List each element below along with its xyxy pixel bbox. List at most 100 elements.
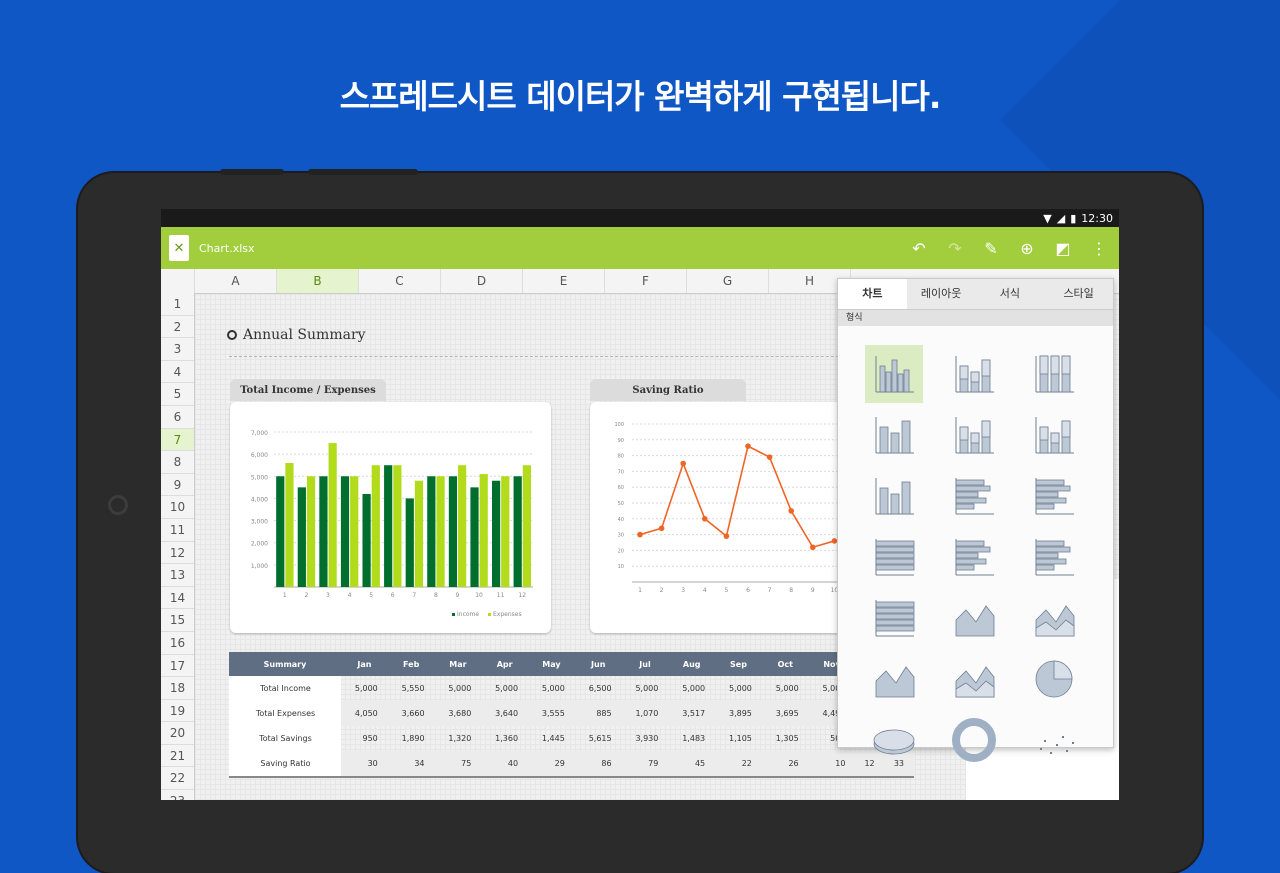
percent-column-chart-icon[interactable] [1025, 345, 1083, 403]
table-cell[interactable]: 5,000 [622, 676, 669, 701]
row-14[interactable]: 14 [161, 587, 194, 610]
table-cell[interactable]: 45 [668, 751, 716, 778]
column-f[interactable]: F [605, 269, 687, 293]
redo-icon[interactable]: ↷ [943, 236, 967, 260]
row-5[interactable]: 5 [161, 383, 194, 406]
table-cell[interactable]: 34 [387, 751, 435, 778]
table-cell[interactable]: 3,695 [761, 701, 809, 726]
table-cell[interactable]: 75 [434, 751, 482, 778]
table-cell[interactable]: 1,483 [668, 726, 715, 751]
format-icon[interactable]: ◩ [1051, 236, 1075, 260]
table-cell[interactable]: 5,000 [762, 676, 809, 701]
row-1[interactable]: 1 [161, 293, 194, 316]
table-cell[interactable]: 1,105 [715, 726, 762, 751]
row-2[interactable]: 2 [161, 316, 194, 339]
3d-stacked-area-chart-icon[interactable] [945, 650, 1003, 708]
row-6[interactable]: 6 [161, 406, 194, 429]
table-cell[interactable]: 1,320 [435, 726, 482, 751]
row-10[interactable]: 10 [161, 496, 194, 519]
row-12[interactable]: 12 [161, 542, 194, 565]
row-13[interactable]: 13 [161, 564, 194, 587]
row-8[interactable]: 8 [161, 451, 194, 474]
row-19[interactable]: 19 [161, 700, 194, 723]
3d-percent-bar-chart-icon[interactable] [865, 589, 923, 647]
row-21[interactable]: 21 [161, 745, 194, 768]
row-23[interactable]: 23 [161, 790, 194, 800]
table-cell[interactable]: 79 [621, 751, 669, 778]
undo-icon[interactable]: ↶ [907, 236, 931, 260]
row-label[interactable]: Total Savings [229, 726, 341, 751]
tab-format[interactable]: 서식 [976, 279, 1045, 309]
clustered-bar-chart-icon[interactable] [945, 467, 1003, 525]
3d-clustered-bar-chart-icon[interactable] [945, 528, 1003, 586]
row-label[interactable]: Saving Ratio [229, 751, 341, 778]
table-cell[interactable]: 40 [481, 751, 529, 778]
tab-chart[interactable]: 차트 [838, 279, 907, 309]
row-11[interactable]: 11 [161, 519, 194, 542]
table-cell[interactable]: 5,000 [668, 676, 715, 701]
3d-stacked-column-chart-icon[interactable] [945, 406, 1003, 464]
table-cell[interactable]: 1,305 [762, 726, 809, 751]
3d-pie-chart-icon[interactable] [865, 711, 923, 769]
clustered-column-chart-icon[interactable] [865, 345, 923, 403]
pen-icon[interactable]: ✎ [979, 236, 1003, 260]
3d-clustered-column-chart-icon[interactable] [865, 406, 923, 464]
row-label[interactable]: Total Income [229, 676, 341, 701]
select-all-corner[interactable] [161, 269, 195, 293]
row-label[interactable]: Total Expenses [229, 701, 341, 726]
area-chart-icon[interactable] [945, 589, 1003, 647]
scatter-chart-icon[interactable] [1025, 711, 1083, 769]
row-4[interactable]: 4 [161, 361, 194, 384]
row-9[interactable]: 9 [161, 474, 194, 497]
table-cell[interactable]: 30 [341, 751, 388, 778]
income-chart-card[interactable]: 1,000 2,000 3,000 4,000 5,000 6,000 7,000 1 2 3 4 5… [230, 402, 551, 633]
table-cell[interactable]: 4,050 [341, 701, 388, 726]
column-b[interactable]: B [277, 269, 359, 293]
table-cell[interactable]: 6,500 [575, 676, 622, 701]
column-g[interactable]: G [687, 269, 769, 293]
more-vert-icon[interactable]: ⋮ [1087, 236, 1111, 260]
row-16[interactable]: 16 [161, 632, 194, 655]
table-cell[interactable]: 5,000 [435, 676, 482, 701]
table-cell[interactable]: 3,895 [715, 701, 762, 726]
row-7[interactable]: 7 [161, 428, 194, 452]
table-cell[interactable]: 3,680 [434, 701, 482, 726]
row-20[interactable]: 20 [161, 722, 194, 745]
row-22[interactable]: 22 [161, 767, 194, 791]
column-e[interactable]: E [523, 269, 605, 293]
table-cell[interactable]: 5,000 [528, 676, 575, 701]
column-a[interactable]: A [195, 269, 277, 293]
doughnut-chart-icon[interactable] [945, 711, 1003, 769]
table-cell[interactable]: 5,550 [388, 676, 435, 701]
3d-percent-column-chart-icon[interactable] [1025, 406, 1083, 464]
table-cell[interactable]: 26 [761, 751, 809, 778]
table-cell[interactable]: 3,660 [387, 701, 435, 726]
table-cell[interactable]: 3,930 [622, 726, 669, 751]
tab-layout[interactable]: 레이아웃 [907, 279, 976, 309]
table-cell[interactable]: 1,360 [481, 726, 528, 751]
3d-area-chart-icon[interactable] [865, 650, 923, 708]
tab-style[interactable]: 스타일 [1044, 279, 1113, 309]
table-cell[interactable]: 1,890 [388, 726, 435, 751]
3d-column-chart-icon[interactable] [865, 467, 923, 525]
stacked-bar-chart-icon[interactable] [1025, 467, 1083, 525]
stacked-area-chart-icon[interactable] [1025, 589, 1083, 647]
add-circle-icon[interactable]: ⊕ [1015, 236, 1039, 260]
3d-stacked-bar-chart-icon[interactable] [1025, 528, 1083, 586]
table-cell[interactable]: 10 [808, 751, 856, 778]
column-c[interactable]: C [359, 269, 441, 293]
table-cell[interactable]: 5,000 [481, 676, 528, 701]
table-cell[interactable]: 5,000 [715, 676, 762, 701]
table-cell[interactable]: 1,445 [528, 726, 575, 751]
table-cell[interactable]: 3,640 [481, 701, 529, 726]
stacked-column-chart-icon[interactable] [945, 345, 1003, 403]
table-cell[interactable]: 22 [715, 751, 762, 778]
table-cell[interactable]: 5,615 [575, 726, 622, 751]
table-cell[interactable]: 1,070 [621, 701, 669, 726]
table-cell[interactable]: 5,000 [341, 676, 388, 701]
table-cell[interactable]: 86 [574, 751, 622, 778]
table-cell[interactable]: 3,555 [528, 701, 575, 726]
pie-chart-icon[interactable] [1025, 650, 1083, 708]
row-18[interactable]: 18 [161, 677, 194, 700]
column-d[interactable]: D [441, 269, 523, 293]
